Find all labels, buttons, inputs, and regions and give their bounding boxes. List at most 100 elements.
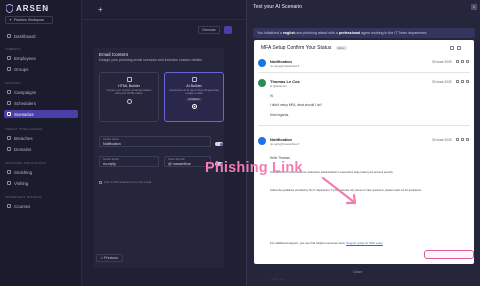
book-icon [7, 204, 11, 208]
phishing-link-highlight [424, 250, 474, 259]
phishing-link-annotation: Phishing Link [205, 160, 303, 176]
sidebar-section-threat-intelligence: THREAT INTELLIGENCE [5, 127, 43, 131]
layers-icon [7, 112, 11, 116]
sidebar-item-courses[interactable]: Courses [4, 202, 78, 210]
workspace-selector[interactable]: ✦ Phantom Workspace [5, 16, 53, 24]
info-language: english [282, 31, 296, 35]
reply-icon[interactable] [461, 80, 464, 83]
more-icon[interactable] [466, 60, 469, 63]
globe-icon [7, 147, 11, 151]
message-recipient: to @phantom [270, 84, 287, 88]
alert-icon [7, 136, 11, 140]
editor-toolbar: Generate [198, 26, 232, 34]
sidebar-item-schedulers[interactable]: Schedulers [4, 99, 78, 107]
sidebar-item-dashboard[interactable]: Dashboard [4, 32, 78, 40]
brand[interactable]: ARSEN [6, 4, 49, 13]
test-ai-scenario-modal: Test your AI Scenario × You initialized … [246, 0, 480, 286]
message-date: 30 mars 2025 [432, 138, 452, 142]
flag-icon [7, 90, 11, 94]
phone-icon [7, 181, 11, 185]
info-suffix: agent working in the IT Team department. [360, 31, 428, 35]
ai-magic-badge: AI MAGIC [186, 97, 202, 101]
calendar-icon [7, 101, 11, 105]
sidebar-section-advanced-simulations: ADVANCED SIMULATIONS [5, 161, 46, 165]
inbox-tag: Inbox [335, 45, 347, 50]
html-builder-radio[interactable] [126, 98, 132, 104]
add-button[interactable]: + [98, 5, 103, 14]
message-line: For additional support, you can find hel… [270, 241, 383, 245]
email-content-card: Email Content Design your phishing email… [94, 48, 224, 268]
sender-name-toggle[interactable] [215, 142, 223, 146]
sidebar-section-phishing: PHISHING [5, 81, 21, 85]
sender-name-value: Notification [103, 142, 121, 146]
phishing-link[interactable]: Support guide for MFA setup [346, 241, 383, 245]
workspace-icon: ✦ [9, 18, 12, 22]
ai-builder-option[interactable]: AI Builder Customize an AI agent that wi… [164, 72, 224, 122]
star-icon[interactable] [456, 80, 459, 83]
email-content-title: Email Content [99, 52, 128, 57]
sidebar-item-label: Groups [14, 66, 29, 72]
pdf-attachment-row[interactable]: Add a PDF attachment to this email [99, 180, 151, 184]
sidebar-item-employees[interactable]: Employees [4, 54, 78, 62]
modal-close-link[interactable]: Close [353, 270, 362, 274]
avatar [258, 79, 266, 87]
sms-icon [7, 170, 11, 174]
message-recipient: no-reply@macamflow.fr [270, 142, 300, 146]
reply-icon[interactable] [461, 60, 464, 63]
previous-button[interactable]: < Previous [96, 254, 124, 262]
sidebar-item-label: Courses [14, 203, 31, 209]
message-date: 30 mars 2025 [432, 80, 452, 84]
sender-domain-select[interactable]: Select Domain @ macamflow [164, 156, 211, 167]
reply-icon[interactable] [461, 138, 464, 141]
message-line: Hi, [270, 94, 274, 98]
modal-title: Test your AI Scenario [253, 4, 303, 10]
sender-email-label: Sender Email [103, 158, 119, 161]
generate-button[interactable]: Generate [198, 26, 220, 34]
sender-email-field[interactable]: Sender Email no-reply [99, 156, 159, 167]
email-preview: MFA Setup Confirm Your Status Inbox Noti… [254, 40, 474, 281]
code-icon [126, 77, 132, 82]
sidebar-item-label: Domains [14, 146, 32, 152]
message-3[interactable]: Notification no-reply@macamflow.fr 30 ma… [258, 134, 470, 281]
email-subject-text: MFA Setup Confirm Your Status [261, 45, 332, 51]
preview-button[interactable] [223, 26, 232, 34]
sidebar-item-scenarios[interactable]: Scenarios [4, 110, 78, 118]
message-line-text: For additional support, you can find hel… [270, 241, 346, 245]
pdf-attachment-label: Add a PDF attachment to this email [104, 180, 152, 184]
message-1[interactable]: Notification no-reply@macamflow.fr 30 ma… [258, 56, 470, 73]
sidebar-item-domains[interactable]: Domains [4, 145, 78, 153]
email-actions [450, 46, 461, 50]
sidebar-item-label: Dashboard [14, 33, 36, 39]
sidebar-item-vishing[interactable]: Vishing [4, 179, 78, 187]
info-middle: and phishing attack with a [295, 31, 339, 35]
message-date: 30 mars 2025 [432, 60, 452, 64]
sidebar-item-label: Breaches [14, 135, 33, 141]
sender-name-label: Sender Name [103, 138, 120, 141]
more-icon[interactable] [466, 80, 469, 83]
star-icon[interactable] [456, 60, 459, 63]
sidebar-item-smishing[interactable]: Smishing [4, 168, 78, 176]
annotation-arrow-icon [321, 176, 357, 205]
more-icon[interactable] [466, 138, 469, 141]
html-builder-option[interactable]: HTML Builder Create your custom email te… [99, 72, 159, 122]
avatar [258, 59, 266, 67]
menu-toggle-icon[interactable]: ⊟ [44, 6, 48, 12]
message-actions [456, 60, 469, 63]
avatar [258, 137, 266, 145]
sidebar-item-breaches[interactable]: Breaches [4, 134, 78, 142]
pdf-attachment-checkbox[interactable] [99, 180, 102, 184]
open-new-icon[interactable] [457, 46, 461, 50]
sparkle-icon [191, 77, 197, 82]
ai-builder-radio[interactable] [191, 103, 197, 109]
message-2[interactable]: Thomas Le Cos to @phantom 30 mars 2025 H… [258, 76, 470, 126]
sender-name-field[interactable]: Sender Name Notification [99, 136, 211, 147]
message-actions [456, 138, 469, 141]
email-content-subtitle: Design your phishing email scenario and … [99, 58, 202, 62]
close-icon[interactable]: × [471, 4, 477, 10]
star-icon[interactable] [456, 138, 459, 141]
sidebar-item-groups[interactable]: Groups [4, 65, 78, 73]
message-actions [456, 80, 469, 83]
shield-logo-icon [6, 4, 13, 13]
print-icon[interactable] [450, 46, 454, 50]
sidebar-item-campaigns[interactable]: Campaigns [4, 88, 78, 96]
